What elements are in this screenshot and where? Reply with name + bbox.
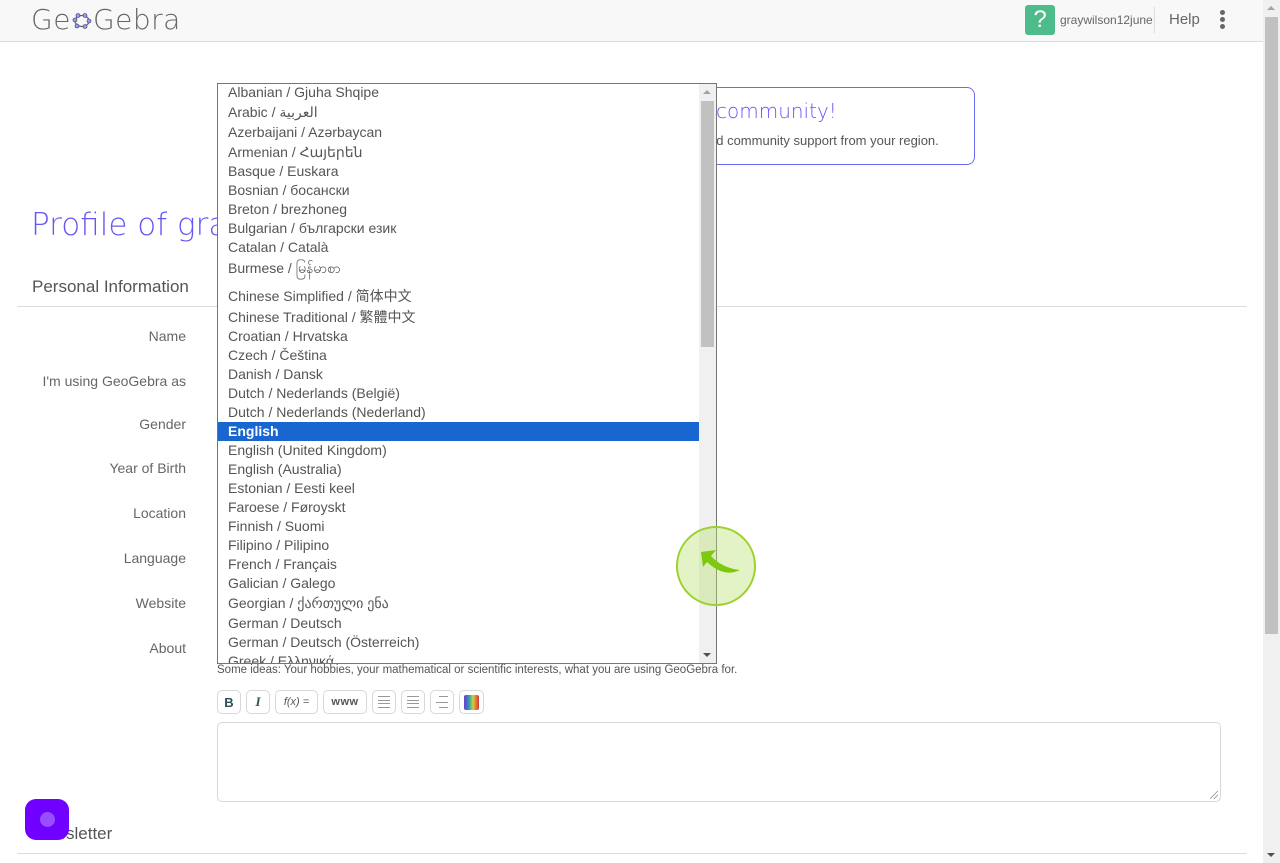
question-icon: ? — [1033, 6, 1047, 33]
language-option[interactable]: Breton / brezhoneg — [218, 200, 700, 219]
link-icon: www — [331, 696, 359, 708]
language-option[interactable]: Dutch / Nederlands (Nederland) — [218, 403, 700, 422]
bullet-list-button[interactable] — [372, 690, 396, 714]
language-option[interactable]: Dutch / Nederlands (België) — [218, 384, 700, 403]
scroll-up-icon[interactable] — [703, 90, 711, 94]
header-divider — [1154, 7, 1155, 33]
geogebra-logo[interactable]: Ge Gebra — [31, 3, 181, 36]
personal-information-heading: Personal Information — [32, 277, 189, 296]
color-icon — [464, 694, 479, 710]
page-scrollbar[interactable] — [1263, 0, 1280, 863]
language-option[interactable]: German / Deutsch (Österreich) — [218, 633, 700, 652]
community-banner: community! nd community support from you… — [690, 87, 975, 165]
section-divider — [17, 853, 1247, 854]
language-option[interactable]: Arabic / العربية — [218, 102, 700, 123]
language-option[interactable]: Catalan / Català — [218, 238, 700, 257]
page-scrollbar-thumb[interactable] — [1265, 17, 1278, 634]
language-option[interactable]: Filipino / Pilipino — [218, 536, 700, 555]
language-option[interactable]: Basque / Euskara — [218, 162, 700, 181]
bold-icon: B — [224, 694, 234, 710]
formula-button[interactable]: f(x) = — [275, 690, 318, 714]
banner-text: nd community support from your region. — [709, 133, 939, 148]
scroll-down-icon[interactable] — [1267, 853, 1275, 857]
page-title: Profile of gra — [31, 207, 228, 243]
language-options: Albanian / Gjuha Shqipe Arabic / العربية A… — [218, 84, 700, 664]
language-option[interactable]: English (Australia) — [218, 460, 700, 479]
chat-icon — [40, 812, 55, 827]
language-option[interactable]: Bulgarian / български език — [218, 219, 700, 238]
language-option[interactable]: Czech / Čeština — [218, 346, 700, 365]
bold-button[interactable]: B — [217, 690, 241, 714]
numbered-list-icon — [407, 696, 419, 708]
color-button[interactable] — [459, 690, 484, 714]
language-option[interactable]: Albanian / Gjuha Shqipe — [218, 84, 700, 102]
language-option[interactable]: Burmese / မြန်မာစာ — [218, 257, 700, 286]
chat-widget-button[interactable] — [25, 799, 69, 840]
about-textarea[interactable] — [217, 722, 1221, 802]
numbered-list-button[interactable] — [401, 690, 425, 714]
language-option[interactable]: Danish / Dansk — [218, 365, 700, 384]
language-dropdown-list[interactable]: Albanian / Gjuha Shqipe Arabic / العربية A… — [217, 83, 717, 664]
language-label: Language — [123, 550, 186, 566]
cursor-arrow-icon — [701, 550, 740, 573]
gender-label: Gender — [139, 416, 186, 432]
language-option[interactable]: Galician / Galego — [218, 574, 700, 593]
about-label: About — [149, 640, 186, 656]
language-option[interactable]: English (United Kingdom) — [218, 441, 700, 460]
language-option[interactable]: Azerbaijani / Azərbaycan — [218, 123, 700, 142]
italic-icon: I — [255, 694, 261, 709]
resize-handle-icon[interactable] — [1210, 791, 1218, 799]
language-option[interactable]: English — [218, 422, 700, 441]
language-option[interactable]: Chinese Simplified / 简体中文 — [218, 286, 700, 307]
name-label: Name — [148, 328, 186, 344]
logo-text-right: Gebra — [92, 3, 181, 36]
logo-text-left: Ge — [31, 3, 71, 36]
language-option[interactable]: Chinese Traditional / 繁體中文 — [218, 307, 700, 328]
language-option[interactable]: Estonian / Eesti keel — [218, 479, 700, 498]
dropdown-scrollbar-thumb[interactable] — [701, 101, 714, 347]
italic-button[interactable]: I — [246, 690, 270, 714]
scroll-up-icon[interactable] — [1267, 6, 1275, 10]
language-option[interactable]: Faroese / Føroyskt — [218, 498, 700, 517]
language-option[interactable]: Finnish / Suomi — [218, 517, 700, 536]
year-of-birth-label: Year of Birth — [109, 460, 186, 476]
location-label: Location — [133, 505, 186, 521]
language-option[interactable]: French / Français — [218, 555, 700, 574]
language-option[interactable]: Croatian / Hrvatska — [218, 327, 700, 346]
user-avatar[interactable]: ? — [1025, 5, 1055, 35]
language-option[interactable]: Greek / Ελληνικά — [218, 652, 700, 664]
about-hint: Some ideas: Your hobbies, your mathemati… — [217, 664, 738, 676]
indent-list-icon — [436, 696, 448, 708]
cursor-highlight — [676, 526, 756, 606]
indent-list-button[interactable] — [430, 690, 454, 714]
kebab-menu-icon[interactable] — [1213, 9, 1231, 31]
website-label: Website — [135, 595, 186, 611]
geogebra-logo-icon — [72, 12, 92, 29]
formula-icon: f(x) = — [283, 696, 310, 708]
bullet-list-icon — [378, 696, 390, 708]
link-button[interactable]: www — [323, 690, 367, 714]
language-option[interactable]: Bosnian / босански — [218, 181, 700, 200]
using-as-label: I'm using GeoGebra as — [42, 373, 186, 389]
banner-title: community! — [716, 99, 837, 123]
language-option[interactable]: German / Deutsch — [218, 614, 700, 633]
language-option[interactable]: Armenian / Հայերեն — [218, 142, 700, 163]
scroll-down-icon[interactable] — [703, 653, 711, 657]
username-link[interactable]: graywilson12june — [1060, 13, 1153, 27]
top-header: Ge Gebra ? graywilson12june Help — [0, 0, 1264, 42]
help-link[interactable]: Help — [1169, 11, 1200, 28]
language-option[interactable]: Georgian / ქართული ენა — [218, 593, 700, 614]
editor-toolbar: B I f(x) = www — [217, 690, 484, 714]
